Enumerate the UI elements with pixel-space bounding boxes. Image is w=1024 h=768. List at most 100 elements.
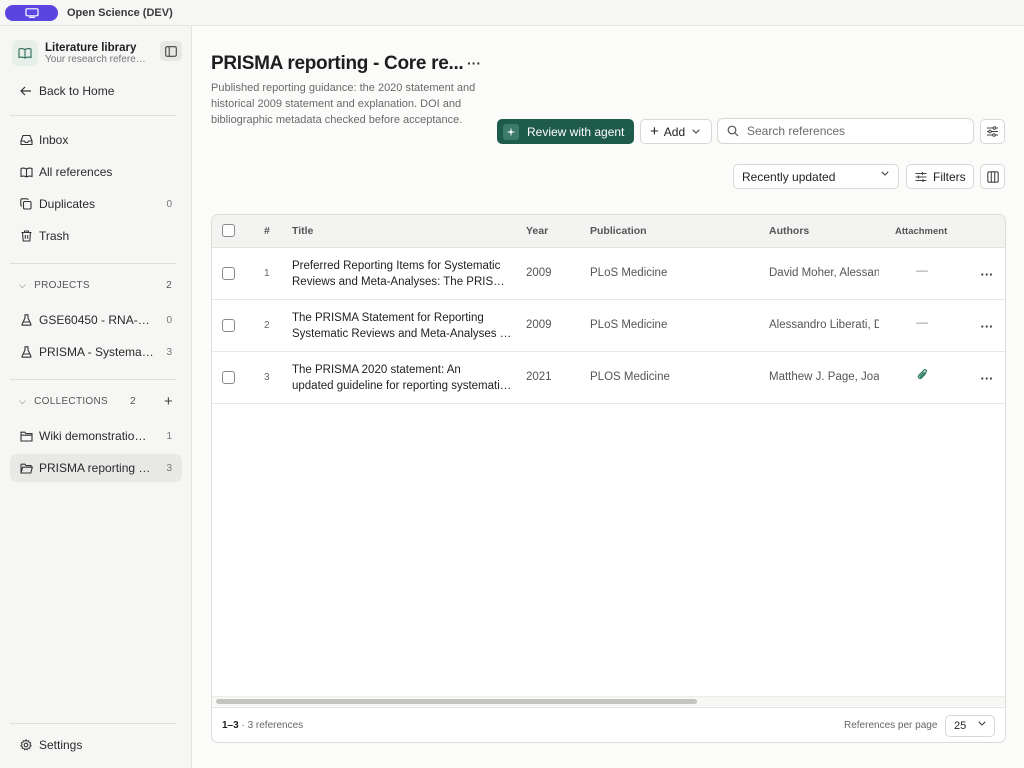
item-count: 0 — [166, 314, 172, 326]
reference-title[interactable]: The PRISMA 2020 statement: An updated gu… — [292, 362, 514, 394]
sidebar-item-label: PRISMA - Systematic review — [39, 345, 157, 359]
add-button[interactable]: + Add — [640, 119, 712, 144]
row-more-button[interactable]: ··· — [978, 371, 996, 386]
copy-icon — [19, 197, 33, 211]
reference-publication: PLoS Medicine — [590, 267, 668, 279]
reference-title[interactable]: The PRISMA Statement for Reporting Syste… — [292, 310, 514, 342]
reference-year: 2009 — [526, 267, 552, 279]
row-checkbox[interactable] — [222, 319, 235, 332]
title-line: Systematic Reviews and Meta-Analyses of … — [292, 328, 514, 340]
divider — [10, 115, 176, 116]
trash-icon — [19, 229, 33, 243]
per-page-value: 25 — [954, 720, 967, 732]
row-number: 3 — [264, 372, 270, 383]
library-header[interactable]: Literature library Your research referen… — [12, 38, 182, 68]
collapse-sidebar-button[interactable] — [160, 41, 182, 61]
search-box[interactable] — [717, 118, 974, 144]
settings-link[interactable]: Settings — [10, 731, 182, 759]
table-row[interactable]: 1 Preferred Reporting Items for Systemat… — [212, 248, 1005, 300]
duplicates-count: 0 — [166, 198, 172, 210]
library-subtitle: Your research references — [45, 53, 149, 65]
range-text: 1–3 — [222, 720, 239, 731]
title-line: The PRISMA Statement for Reporting — [292, 312, 484, 324]
row-more-button[interactable]: ··· — [978, 319, 996, 334]
chevron-down-icon — [692, 129, 700, 134]
review-button-label: Review with agent — [527, 124, 625, 139]
collections-label: COLLECTIONS — [34, 395, 108, 407]
collections-section-header[interactable]: ⌵ COLLECTIONS 2 + — [10, 391, 182, 411]
divider — [10, 379, 176, 380]
review-with-agent-button[interactable]: Review with agent — [497, 119, 634, 144]
environment-badge[interactable] — [5, 4, 58, 21]
per-page-select[interactable]: 25 — [945, 715, 995, 737]
sidebar-item-label: Wiki demonstration references — [39, 429, 151, 443]
columns-button[interactable] — [980, 164, 1005, 189]
sidebar-item-duplicates[interactable]: Duplicates 0 — [10, 190, 182, 218]
column-authors[interactable]: Authors — [769, 225, 809, 237]
sliders-icon — [987, 126, 998, 137]
sidebar-item-inbox[interactable]: Inbox — [10, 126, 182, 154]
add-button-label: Add — [663, 124, 686, 139]
table-row[interactable]: 2 The PRISMA Statement for Reporting Sys… — [212, 300, 1005, 352]
reference-authors: Alessandro Liberati, Douglas G. Altman — [769, 319, 879, 331]
sidebar-item-label: PRISMA reporting - Core references — [39, 461, 151, 475]
reference-title[interactable]: Preferred Reporting Items for Systematic… — [292, 258, 514, 290]
plus-icon: + — [650, 122, 659, 140]
columns-icon — [986, 170, 999, 183]
row-checkbox[interactable] — [222, 371, 235, 384]
sidebar-item-trash[interactable]: Trash — [10, 222, 182, 250]
table-row[interactable]: 3 The PRISMA 2020 statement: An updated … — [212, 352, 1005, 404]
folder-icon — [19, 429, 33, 443]
settings-sliders-button[interactable] — [980, 119, 1005, 144]
more-options-button[interactable]: ··· — [465, 54, 483, 72]
sidebar: Literature library Your research referen… — [0, 26, 192, 768]
sidebar-item-label: Duplicates — [39, 197, 96, 211]
per-page-label: References per page — [844, 720, 938, 731]
paperclip-icon[interactable] — [912, 368, 932, 384]
filters-label: Filters — [933, 169, 966, 184]
row-more-button[interactable]: ··· — [978, 267, 996, 282]
reference-authors: Matthew J. Page, Joanne E. McKenzie — [769, 371, 879, 383]
pagination-summary: 1–3 · 3 references — [222, 720, 303, 731]
monitor-icon — [24, 7, 39, 18]
add-collection-button[interactable]: + — [164, 393, 173, 410]
divider — [10, 263, 176, 264]
back-to-home-link[interactable]: Back to Home — [10, 77, 182, 105]
sidebar-item-collection[interactable]: Wiki demonstration references 1 — [10, 422, 182, 450]
column-attachment[interactable]: Attachment — [895, 226, 947, 237]
sidebar-item-all-references[interactable]: All references — [10, 158, 182, 186]
column-title[interactable]: Title — [292, 225, 313, 237]
sparkle-icon — [503, 123, 519, 140]
folder-open-icon — [19, 461, 33, 475]
gear-icon — [19, 738, 33, 752]
collection-description: Published reporting guidance: the 2020 s… — [211, 82, 476, 126]
sidebar-item-label: GSE60450 - RNA-seq analysis — [39, 313, 151, 327]
projects-label: PROJECTS — [34, 279, 90, 291]
divider — [10, 723, 176, 724]
reference-authors: David Moher, Alessandro Liberati — [769, 267, 879, 279]
column-publication[interactable]: Publication — [590, 225, 647, 237]
arrow-left-icon — [19, 84, 33, 98]
no-attachment-dash: — — [916, 265, 928, 277]
select-all-checkbox[interactable] — [222, 224, 235, 237]
sidebar-toggle-icon — [165, 45, 177, 57]
sort-select[interactable]: Recently updated — [733, 164, 899, 189]
row-number: 1 — [264, 268, 270, 279]
sidebar-item-label: Trash — [39, 229, 70, 243]
references-table: # Title Year Publication Authors Attachm… — [211, 214, 1006, 743]
sidebar-item-project[interactable]: PRISMA - Systematic review 3 — [10, 338, 182, 366]
sidebar-item-collection-active[interactable]: PRISMA reporting - Core references 3 — [10, 454, 182, 482]
scrollbar-thumb[interactable] — [216, 699, 697, 704]
projects-section-header[interactable]: ⌵ PROJECTS 2 — [10, 275, 182, 295]
horizontal-scrollbar[interactable] — [212, 696, 1005, 706]
search-input[interactable] — [747, 124, 957, 138]
reference-publication: PLOS Medicine — [590, 371, 670, 383]
item-count: 3 — [166, 346, 172, 358]
column-year[interactable]: Year — [526, 225, 548, 237]
reference-year: 2021 — [526, 371, 552, 383]
flask-icon — [19, 313, 33, 327]
sidebar-item-project[interactable]: GSE60450 - RNA-seq analysis 0 — [10, 306, 182, 334]
row-checkbox[interactable] — [222, 267, 235, 280]
chevron-down-icon: ⌵ — [19, 395, 27, 406]
filters-button[interactable]: Filters — [906, 164, 974, 189]
